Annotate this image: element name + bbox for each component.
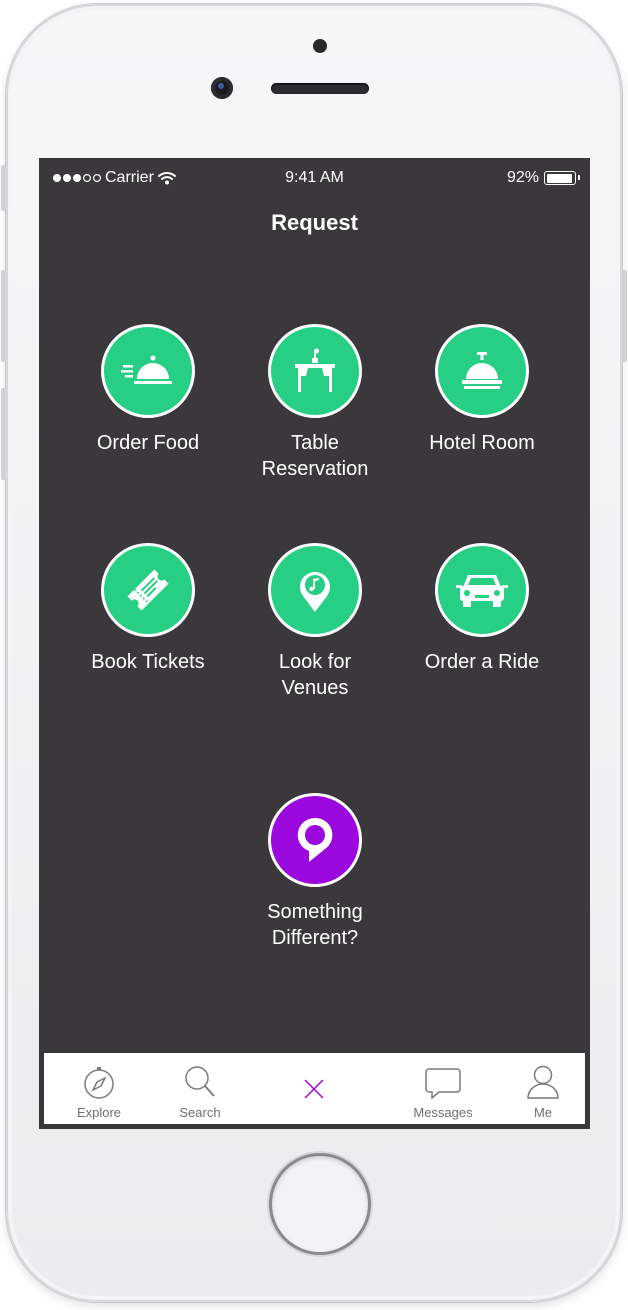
home-button[interactable] bbox=[272, 1156, 368, 1252]
option-circle[interactable] bbox=[268, 543, 362, 637]
car-icon bbox=[456, 575, 508, 607]
option-label: Book Tickets bbox=[91, 651, 205, 673]
close-icon bbox=[304, 1079, 324, 1099]
magnifier-icon bbox=[185, 1066, 215, 1097]
option-hotel-room[interactable]: Hotel Room bbox=[397, 324, 567, 456]
person-icon bbox=[527, 1065, 559, 1099]
tab-explore[interactable]: Explore bbox=[49, 1053, 149, 1124]
status-bar: Carrier 9:41 AM 92% bbox=[39, 158, 590, 198]
front-camera bbox=[211, 77, 233, 99]
option-look-for-venues[interactable]: Look for Venues bbox=[230, 543, 400, 701]
option-label: Hotel Room bbox=[429, 432, 535, 454]
tab-search[interactable]: Search bbox=[150, 1053, 250, 1124]
tab-label: Me bbox=[533, 1105, 553, 1120]
battery-status: 92% bbox=[506, 169, 580, 187]
option-label: Something Different? bbox=[267, 901, 363, 949]
option-circle[interactable] bbox=[268, 793, 362, 887]
option-label: Order Food bbox=[96, 432, 200, 454]
option-order-food[interactable]: Order Food bbox=[63, 324, 233, 456]
app-screen: Carrier 9:41 AM 92% Request Order Food T… bbox=[39, 158, 590, 1129]
option-circle[interactable] bbox=[268, 324, 362, 418]
option-label: Look for Venues bbox=[278, 651, 352, 699]
page-title: Request bbox=[271, 210, 358, 235]
option-table-reservation[interactable]: Table Reservation bbox=[230, 324, 400, 482]
speech-bubble-icon bbox=[425, 1068, 461, 1099]
tab-label: Messages bbox=[413, 1105, 473, 1120]
option-book-tickets[interactable]: Book Tickets bbox=[63, 543, 233, 675]
volume-up-button bbox=[1, 270, 6, 362]
option-circle[interactable] bbox=[101, 324, 195, 418]
tab-me[interactable]: Me bbox=[493, 1053, 590, 1124]
ticket-icon bbox=[127, 569, 169, 611]
battery-percent: 92% bbox=[506, 169, 539, 186]
tab-close[interactable] bbox=[264, 1053, 364, 1124]
power-button bbox=[622, 270, 627, 362]
tab-bar: Explore Search Messages Me bbox=[44, 1053, 585, 1124]
chat-pin-icon bbox=[297, 817, 333, 862]
compass-icon bbox=[84, 1067, 114, 1099]
option-order-a-ride[interactable]: Order a Ride bbox=[397, 543, 567, 675]
option-circle[interactable] bbox=[435, 543, 529, 637]
proximity-sensor bbox=[313, 39, 327, 53]
battery-icon bbox=[544, 171, 580, 185]
option-circle[interactable] bbox=[101, 543, 195, 637]
volume-down-button bbox=[1, 388, 6, 480]
tab-messages[interactable]: Messages bbox=[393, 1053, 493, 1124]
option-label: Order a Ride bbox=[424, 651, 540, 673]
tab-label: Search bbox=[179, 1105, 221, 1120]
tab-label: Explore bbox=[76, 1105, 122, 1120]
music-pin-icon bbox=[300, 572, 330, 612]
option-something-different[interactable]: Something Different? bbox=[230, 793, 400, 951]
food-cloche-icon bbox=[121, 355, 172, 384]
mute-switch bbox=[1, 165, 6, 211]
option-circle[interactable] bbox=[435, 324, 529, 418]
option-label: Table Reservation bbox=[261, 432, 369, 480]
dining-table-icon bbox=[295, 348, 335, 392]
earpiece-speaker bbox=[271, 83, 369, 94]
service-bell-icon bbox=[462, 352, 502, 389]
